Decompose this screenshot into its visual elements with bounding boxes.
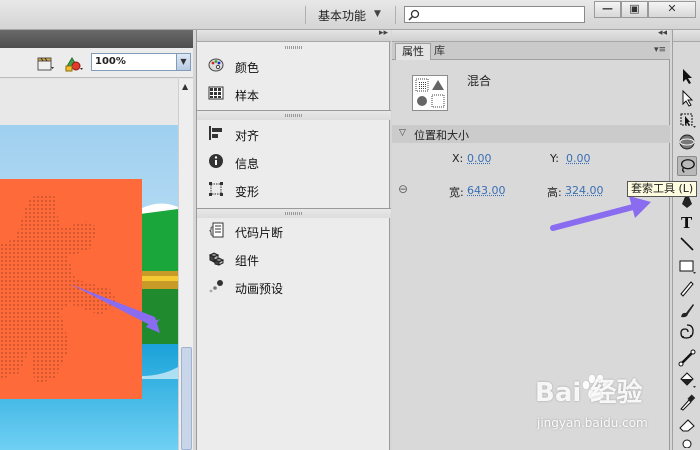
- minimize-button[interactable]: —: [594, 1, 621, 18]
- bone-tool-icon[interactable]: [677, 348, 697, 368]
- blend-icon: [412, 75, 448, 111]
- panel-item-code-snippets[interactable]: { 代码片断: [197, 218, 391, 244]
- lock-proportions-icon[interactable]: ⊖: [398, 182, 408, 196]
- 3d-rotation-tool-icon[interactable]: [677, 132, 697, 152]
- panel-item-label: 颜色: [235, 59, 259, 76]
- panel-item-color[interactable]: 颜色: [197, 53, 391, 79]
- panel-item-label: 动画预设: [235, 280, 283, 297]
- panel-item-label: 组件: [235, 252, 259, 269]
- panel-item-info[interactable]: 信息: [197, 149, 391, 175]
- section-title: 位置和大小: [414, 127, 469, 143]
- rectangle-tool-icon[interactable]: [677, 256, 697, 276]
- panel-item-label: 样本: [235, 87, 259, 104]
- subselection-tool-icon[interactable]: [677, 88, 697, 108]
- line-tool-icon[interactable]: [677, 234, 697, 254]
- annotation-arrow: [547, 192, 657, 234]
- collapse-panel-icon[interactable]: ◂◂: [658, 28, 667, 38]
- search-icon: [408, 9, 420, 21]
- tab-properties[interactable]: 属性: [395, 43, 431, 60]
- panel-item-transform[interactable]: 变形: [197, 177, 391, 203]
- zoom-value: 100%: [95, 56, 126, 67]
- tooltip: 套索工具 (L): [627, 181, 697, 197]
- restore-button[interactable]: ▣: [621, 1, 648, 18]
- watermark-url: jingyan.baidu.com: [537, 416, 648, 430]
- align-icon: [208, 125, 224, 141]
- y-label: Y:: [550, 152, 559, 165]
- lasso-tool-button[interactable]: [677, 156, 697, 176]
- panel-group-divider: [197, 110, 391, 120]
- divider: [395, 6, 396, 24]
- panel-item-components[interactable]: 组件: [197, 246, 391, 272]
- deco-tool-icon[interactable]: [677, 322, 697, 342]
- grip-handle[interactable]: [285, 114, 303, 117]
- chevron-down-icon[interactable]: ▼: [374, 9, 381, 19]
- text-tool-icon[interactable]: T: [677, 212, 697, 232]
- chevron-down-icon[interactable]: ▼: [176, 54, 190, 70]
- panel-menu-icon[interactable]: ▾≡: [654, 45, 666, 55]
- panel-item-swatches[interactable]: 样本: [197, 81, 391, 107]
- brush-tool-icon[interactable]: [677, 300, 697, 320]
- collapse-panel-icon[interactable]: ▸▸: [379, 28, 388, 38]
- scrollbar-thumb[interactable]: [181, 347, 192, 450]
- search-input[interactable]: [404, 6, 585, 23]
- svg-text:{: {: [208, 226, 214, 237]
- watermark-brand: Bai 经验: [535, 372, 642, 409]
- stage-panel: 100% ▼ ▲: [0, 30, 193, 450]
- x-label: X:: [452, 152, 463, 165]
- swatches-icon: [208, 85, 224, 101]
- selection-tool-icon[interactable]: [677, 66, 697, 86]
- panel-dock-header[interactable]: ▸▸: [197, 30, 391, 42]
- zoom-select[interactable]: 100% ▼: [91, 53, 191, 71]
- free-transform-tool-icon[interactable]: [677, 110, 697, 130]
- panel-item-motion-presets[interactable]: 动画预设: [197, 274, 391, 300]
- section-position-size[interactable]: ▽ 位置和大小: [392, 125, 670, 143]
- lasso-tool-icon: [678, 157, 696, 175]
- code-snippets-icon: {: [208, 222, 224, 238]
- grip-handle[interactable]: [285, 46, 303, 49]
- workspace-switcher[interactable]: 基本功能: [318, 7, 366, 24]
- scroll-up-icon[interactable]: ▲: [182, 82, 188, 91]
- palette-icon: [208, 57, 224, 73]
- panel-dock: ▸▸ 颜色 样本 对齐 信息 变形 {代码片断 组件 动画预设: [196, 30, 390, 450]
- svg-text:T: T: [681, 214, 693, 232]
- panel-group-divider: [197, 208, 391, 218]
- stage-canvas[interactable]: [0, 79, 178, 450]
- panel-item-label: 信息: [235, 155, 259, 172]
- panel-item-label: 对齐: [235, 127, 259, 144]
- motion-presets-icon: [208, 278, 224, 294]
- info-icon: [208, 153, 224, 169]
- close-button[interactable]: ✕: [648, 1, 696, 18]
- chevron-down-icon[interactable]: ▽: [399, 128, 406, 138]
- panel-item-align[interactable]: 对齐: [197, 121, 391, 147]
- object-type-label: 混合: [467, 72, 491, 89]
- grip-handle[interactable]: [285, 212, 303, 215]
- tools-panel-header[interactable]: [673, 30, 700, 42]
- stage-toolbar: 100% ▼: [0, 48, 193, 78]
- properties-panel-header[interactable]: ◂◂: [392, 30, 670, 42]
- y-value[interactable]: 0.00: [566, 152, 591, 165]
- width-value[interactable]: 643.00: [467, 184, 506, 197]
- transform-icon: [208, 181, 224, 197]
- width-label: 宽:: [449, 184, 464, 200]
- app-menu-bar: 基本功能 ▼ — ▣ ✕: [0, 0, 700, 30]
- stage-artwork: [0, 79, 178, 450]
- tab-library[interactable]: 库: [428, 43, 451, 60]
- pencil-tool-icon[interactable]: [677, 278, 697, 298]
- components-icon: [208, 250, 224, 266]
- edit-scene-icon[interactable]: [37, 57, 55, 71]
- divider: [305, 6, 306, 24]
- panel-item-label: 代码片断: [235, 224, 283, 241]
- edit-symbols-icon[interactable]: [64, 56, 84, 72]
- stage-panel-header: [0, 30, 193, 48]
- vertical-scrollbar[interactable]: ▲: [178, 79, 193, 450]
- baidu-jingyan-watermark: Bai 经验 jingyan.baidu.com: [535, 372, 685, 442]
- x-value[interactable]: 0.00: [467, 152, 492, 165]
- properties-tab-bar: 属性 库 ▾≡: [392, 42, 670, 60]
- panel-item-label: 变形: [235, 183, 259, 200]
